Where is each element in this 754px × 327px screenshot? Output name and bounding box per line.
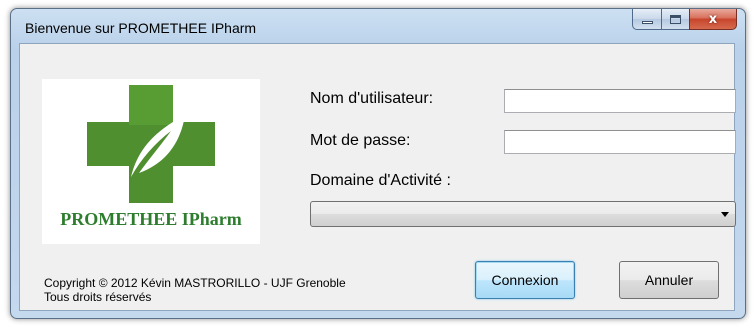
maximize-button[interactable] <box>661 9 689 30</box>
chevron-down-icon[interactable] <box>721 212 729 217</box>
title-bar[interactable]: Bienvenue sur PROMETHEE IPharm x <box>11 9 745 43</box>
password-label: Mot de passe: <box>310 132 411 149</box>
window-title: Bienvenue sur PROMETHEE IPharm <box>25 20 257 36</box>
cancel-button[interactable]: Annuler <box>619 261 719 299</box>
logo: PROMETHEE IPharm <box>42 79 260 244</box>
minimize-button[interactable] <box>632 9 661 30</box>
login-window: Bienvenue sur PROMETHEE IPharm x PROMETH… <box>10 8 746 319</box>
username-input[interactable] <box>504 89 736 113</box>
password-input[interactable] <box>504 130 736 154</box>
maximize-icon <box>670 14 681 24</box>
domain-label: Domaine d'Activité : <box>310 172 451 189</box>
caption-buttons: x <box>632 9 737 31</box>
domain-select[interactable] <box>310 201 736 227</box>
minimize-icon <box>641 20 653 24</box>
username-label: Nom d'utilisateur: <box>310 90 434 107</box>
dialog-body: PROMETHEE IPharm Nom d'utilisateur: Mot … <box>19 43 736 311</box>
close-button[interactable]: x <box>689 9 737 30</box>
logo-text: PROMETHEE IPharm <box>60 209 242 229</box>
rights-text: Tous droits réservés <box>44 290 152 304</box>
green-cross-logo-icon <box>87 85 215 203</box>
copyright-notice: Copyright © 2012 Kévin MASTRORILLO - UJF… <box>44 276 346 304</box>
close-icon: x <box>708 11 718 27</box>
copyright-text: Copyright © 2012 Kévin MASTRORILLO - UJF… <box>44 276 346 290</box>
connect-button[interactable]: Connexion <box>475 261 575 299</box>
